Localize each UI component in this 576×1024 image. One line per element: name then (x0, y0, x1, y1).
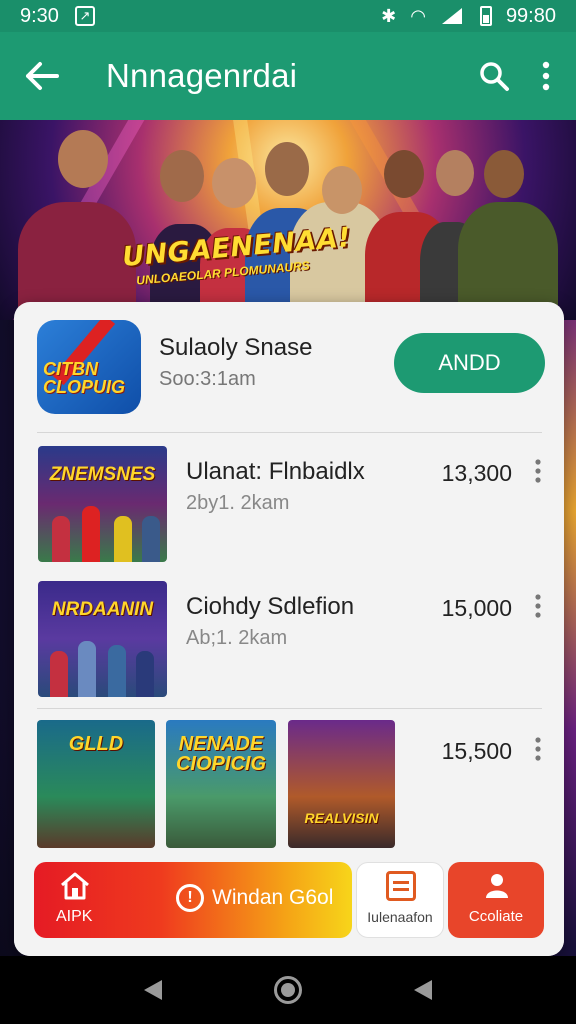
vertical-dots-icon (535, 459, 541, 483)
more-options-button[interactable] (516, 54, 576, 98)
nav-home-button[interactable] (274, 976, 302, 1004)
featured-app-subtitle: Soo:3:1am (159, 368, 256, 390)
divider (37, 432, 542, 433)
list-item-subtitle: Ab;1. 2kam (186, 627, 288, 649)
information-button[interactable]: Iulenaafon (356, 862, 444, 938)
character-head (436, 150, 474, 196)
thumb-figure (114, 516, 132, 562)
featured-app[interactable]: CITBN CLOPUIG Sulaoly Snase Soo:3:1am AN… (14, 302, 564, 432)
thumb-figure (108, 645, 126, 697)
list-card-icon (386, 871, 416, 901)
thumbnail-title: ZNEMSNES (49, 464, 156, 485)
back-button[interactable] (0, 61, 84, 91)
thumbnail-title: NRDAANIN (51, 599, 154, 620)
featured-icon-text: CITBN CLOPUIG (43, 359, 126, 397)
battery-icon (479, 6, 492, 26)
search-button[interactable] (472, 54, 516, 98)
list-item-thumbnail: NENADE CIOPICIG (166, 720, 276, 848)
vertical-dots-icon (535, 594, 541, 618)
list-item-count: 15,000 (441, 595, 512, 621)
vibrate-icon: ✱ (381, 5, 397, 26)
character-head (58, 130, 108, 188)
thumb-figure (142, 516, 160, 562)
vertical-dots-icon (535, 737, 541, 761)
status-right: ✱ ◠ 99:80 (381, 5, 556, 28)
thumb-figure (136, 651, 154, 697)
list-item[interactable]: NRDAANIN Ciohdy Sdlefion Ab;1. 2kam 15,0… (14, 581, 564, 699)
list-item-count: 13,300 (441, 460, 512, 486)
page-title: Nnnagenrdai (106, 57, 298, 94)
thumb-figure (82, 506, 100, 562)
home-icon (61, 872, 89, 900)
apk-download-button[interactable]: AIPK ! Windan G6ol (34, 862, 352, 938)
vertical-dots-icon (542, 61, 550, 91)
thumbnail-title: NENADE CIOPICIG (175, 733, 266, 775)
information-label: Iulenaafon (367, 909, 433, 925)
add-button[interactable]: ANDD (394, 333, 545, 393)
apk-label: AIPK (56, 908, 93, 925)
list-item[interactable]: ZNEMSNES Ulanat: Flnbaidlx 2by1. 2kam 13… (14, 446, 564, 564)
search-icon (480, 62, 509, 91)
nav-recents-button[interactable] (408, 975, 438, 1005)
notification-icon: ↗ (74, 6, 95, 26)
triangle-back-icon (144, 980, 162, 1000)
content-card: CITBN CLOPUIG Sulaoly Snase Soo:3:1am AN… (14, 302, 564, 956)
divider (37, 708, 542, 709)
create-label: Ccoliate (468, 908, 524, 925)
list-item-title: Ciohdy Sdlefion (186, 593, 355, 620)
list-item-thumbnail: REALVISIN (288, 720, 395, 848)
thumbnail-title: GLLD (68, 733, 124, 755)
character-head (160, 150, 204, 202)
battery-level: 99:80 (505, 4, 556, 27)
warning-icon: ! (176, 884, 204, 912)
list-item-more-button[interactable] (526, 591, 550, 621)
thumb-figure (78, 641, 96, 697)
thumbnail-title: REALVISIN (304, 810, 379, 826)
character-head (484, 150, 524, 198)
signal-icon (441, 8, 462, 24)
list-item-more-button[interactable] (526, 734, 550, 764)
character-head (322, 166, 362, 214)
status-bar: 9:30 ↗ ✱ ◠ 99:80 (0, 0, 576, 32)
system-nav-bar (0, 956, 576, 1024)
status-time: 9:30 (20, 4, 59, 27)
action-bar: AIPK ! Windan G6ol Iulenaafon Ccoliate (14, 850, 564, 956)
featured-app-icon: CITBN CLOPUIG (37, 320, 141, 414)
arrow-left-icon (26, 62, 59, 90)
thumb-figure (52, 516, 70, 562)
character-head (212, 158, 256, 208)
character-head (384, 150, 424, 198)
thumb-figure (50, 651, 68, 697)
list-item-more-button[interactable] (526, 456, 550, 486)
hero-banner[interactable]: UNGAENENAA! UNLOAEOLAR PLOMUNAURS (0, 120, 576, 320)
app-bar: Nnnagenrdai (0, 32, 576, 120)
list-item-thumbnail: NRDAANIN (38, 581, 167, 697)
person-icon (486, 874, 508, 898)
create-button[interactable]: Ccoliate (448, 862, 544, 938)
list-item-count: 15,500 (441, 738, 512, 764)
character-head (265, 142, 309, 196)
list-item-thumbnail: GLLD (37, 720, 155, 848)
triangle-icon (414, 980, 432, 1000)
warning-label: Windan G6ol (212, 886, 334, 909)
list-item-thumbnail: ZNEMSNES (38, 446, 167, 562)
nav-back-button[interactable] (138, 975, 168, 1005)
list-item-subtitle: 2by1. 2kam (186, 492, 290, 514)
list-item-title: Ulanat: Flnbaidlx (186, 458, 365, 485)
featured-app-name: Sulaoly Snase (159, 334, 313, 361)
wifi-icon: ◠ (410, 5, 426, 26)
list-item[interactable]: GLLD NENADE CIOPICIG REALVISIN 15,500 (14, 720, 564, 850)
